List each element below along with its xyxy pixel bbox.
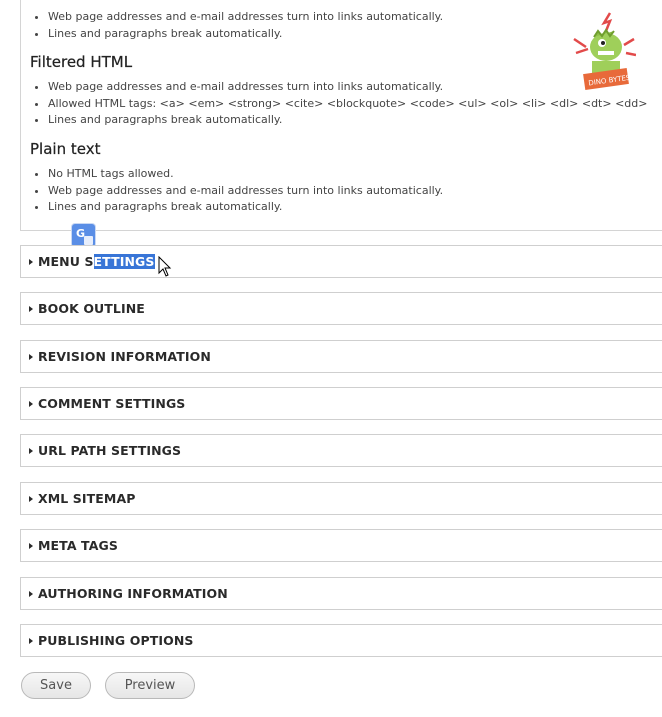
fieldset-comment-settings[interactable]: COMMENT SETTINGS bbox=[20, 387, 662, 420]
format-tip: Web page addresses and e-mail addresses … bbox=[48, 183, 443, 200]
collapse-triangle-icon bbox=[29, 400, 33, 407]
filtered-html-tips: Web page addresses and e-mail addresses … bbox=[21, 79, 647, 129]
plain-text-tips: No HTML tags allowed. Web page addresses… bbox=[21, 166, 443, 216]
fieldset-meta-tags[interactable]: META TAGS bbox=[20, 529, 662, 562]
plain-text-heading: Plain text bbox=[30, 140, 101, 158]
format-tip: No HTML tags allowed. bbox=[48, 166, 443, 183]
fieldset-publishing-options[interactable]: PUBLISHING OPTIONS bbox=[20, 624, 662, 657]
fieldset-legend[interactable]: XML SITEMAP bbox=[29, 483, 136, 514]
format-tip: Lines and paragraphs break automatically… bbox=[48, 199, 443, 216]
fieldset-legend[interactable]: META TAGS bbox=[29, 530, 118, 561]
format-tip: Lines and paragraphs break automatically… bbox=[48, 26, 443, 43]
filtered-html-heading: Filtered HTML bbox=[30, 53, 133, 71]
fieldset-legend[interactable]: AUTHORING INFORMATION bbox=[29, 578, 228, 609]
collapse-triangle-icon bbox=[29, 542, 33, 549]
legend-text: COMMENT SETTINGS bbox=[38, 396, 186, 411]
dino-mascot-logo: DINO BYTES bbox=[573, 12, 636, 90]
collapse-triangle-icon bbox=[29, 447, 33, 454]
fieldset-legend[interactable]: PUBLISHING OPTIONS bbox=[29, 625, 194, 656]
legend-text: AUTHORING INFORMATION bbox=[38, 586, 228, 601]
fieldset-revision-information[interactable]: REVISION INFORMATION bbox=[20, 340, 662, 373]
translate-glyph bbox=[84, 236, 93, 245]
collapse-triangle-icon bbox=[29, 353, 33, 360]
mouse-cursor-icon bbox=[158, 256, 172, 277]
legend-text: REVISION INFORMATION bbox=[38, 349, 211, 364]
selected-text: ETTINGS bbox=[93, 254, 155, 269]
fieldset-book-outline[interactable]: BOOK OUTLINE bbox=[20, 292, 662, 325]
format-tip: Web page addresses and e-mail addresses … bbox=[48, 9, 443, 26]
fieldset-legend[interactable]: MENU S ETTINGS bbox=[29, 246, 155, 277]
format-tip: Lines and paragraphs break automatically… bbox=[48, 112, 647, 129]
legend-text: MENU S bbox=[38, 254, 94, 269]
format-tip: Allowed HTML tags: <a> <em> <strong> <ci… bbox=[48, 96, 647, 113]
fieldset-xml-sitemap[interactable]: XML SITEMAP bbox=[20, 482, 662, 515]
legend-text: META TAGS bbox=[38, 538, 118, 553]
legend-text: XML SITEMAP bbox=[38, 491, 136, 506]
legend-text: BOOK OUTLINE bbox=[38, 301, 145, 316]
collapse-triangle-icon bbox=[29, 590, 33, 597]
fieldset-menu-settings[interactable]: MENU S ETTINGS bbox=[20, 245, 662, 278]
save-button[interactable]: Save bbox=[21, 672, 91, 699]
google-translate-icon[interactable]: G bbox=[72, 224, 95, 247]
legend-text: URL PATH SETTINGS bbox=[38, 443, 182, 458]
format-tip: Web page addresses and e-mail addresses … bbox=[48, 79, 647, 96]
fieldset-legend[interactable]: REVISION INFORMATION bbox=[29, 341, 211, 372]
fieldset-legend[interactable]: BOOK OUTLINE bbox=[29, 293, 145, 324]
collapse-triangle-icon bbox=[29, 495, 33, 502]
preview-button[interactable]: Preview bbox=[105, 672, 195, 699]
legend-text: PUBLISHING OPTIONS bbox=[38, 633, 194, 648]
fieldset-url-path-settings[interactable]: URL PATH SETTINGS bbox=[20, 434, 662, 467]
collapse-triangle-icon bbox=[29, 305, 33, 312]
format-tips-list: Web page addresses and e-mail addresses … bbox=[21, 9, 443, 42]
text-format-guidelines: Web page addresses and e-mail addresses … bbox=[20, 0, 662, 231]
collapse-triangle-icon bbox=[29, 258, 33, 265]
fieldset-authoring-information[interactable]: AUTHORING INFORMATION bbox=[20, 577, 662, 610]
fieldset-legend[interactable]: COMMENT SETTINGS bbox=[29, 388, 185, 419]
collapse-triangle-icon bbox=[29, 637, 33, 644]
fieldset-legend[interactable]: URL PATH SETTINGS bbox=[29, 435, 181, 466]
